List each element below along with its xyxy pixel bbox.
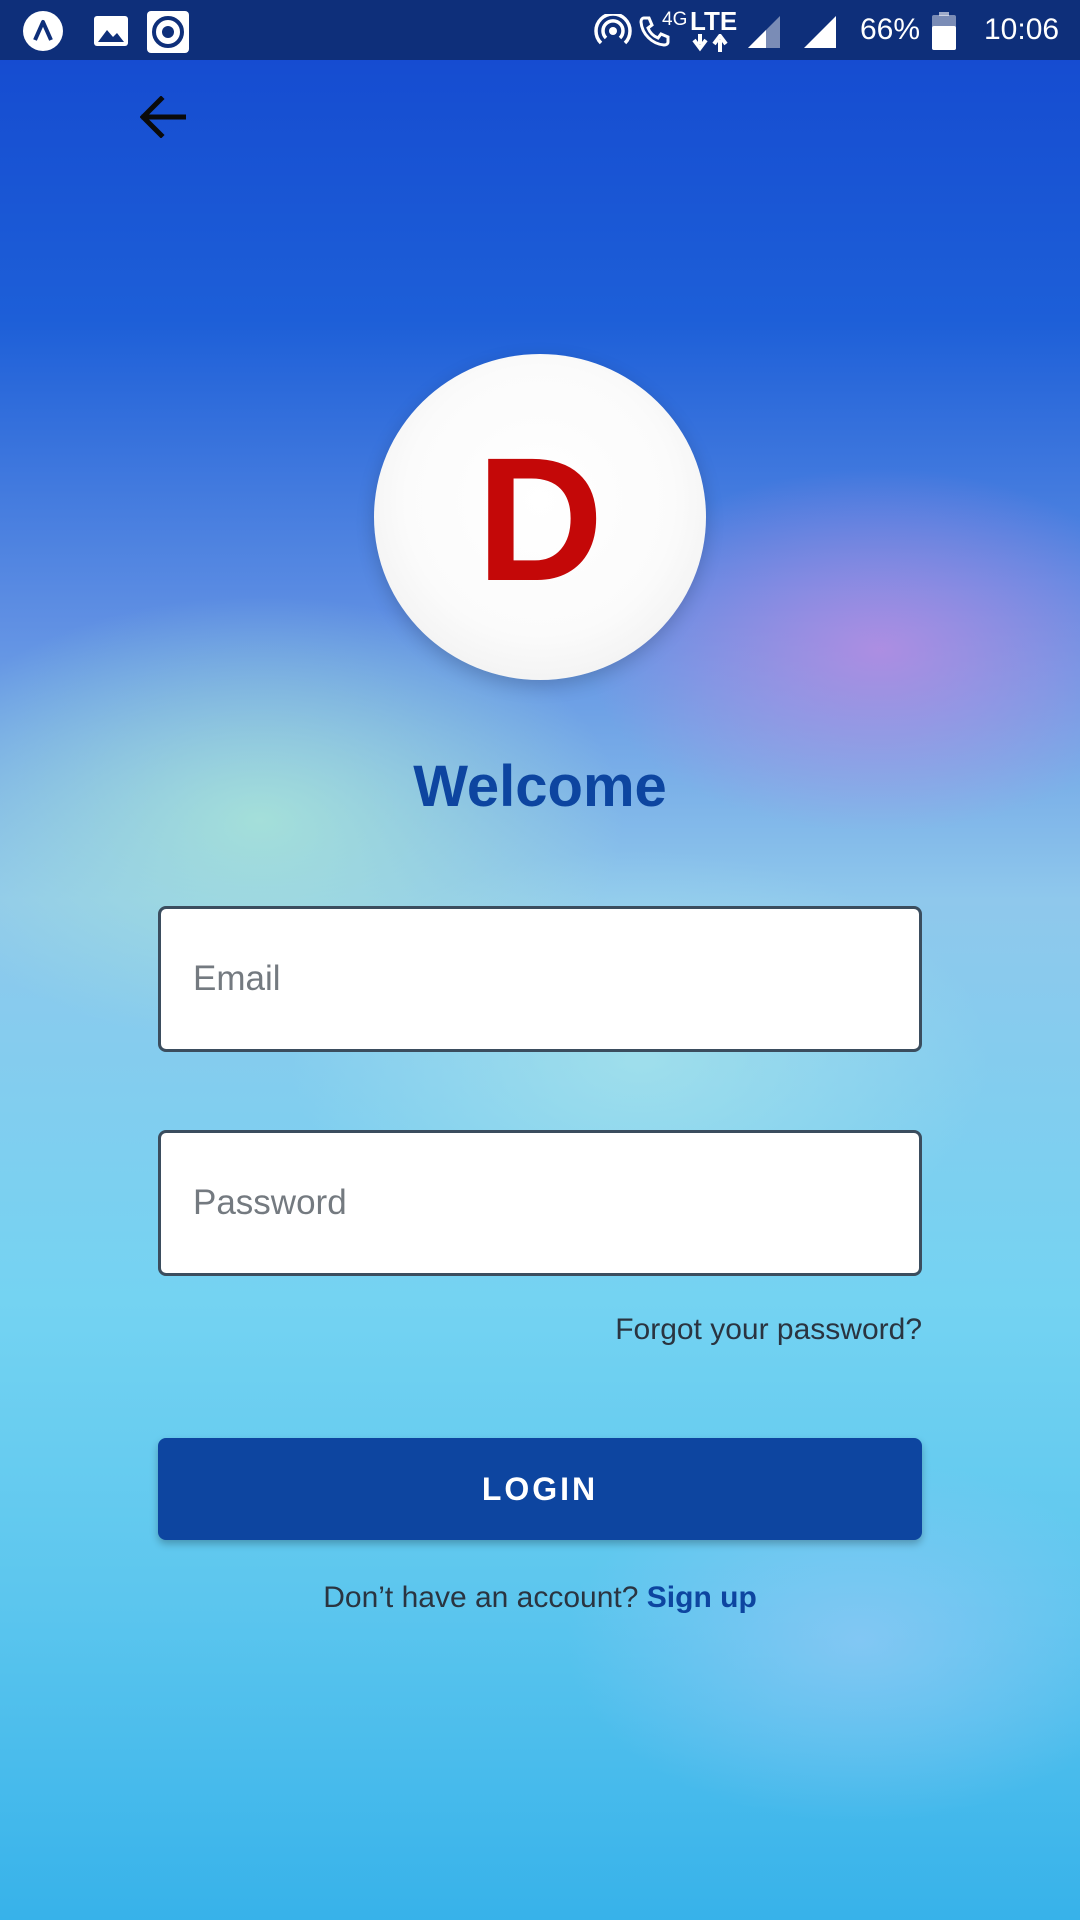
app-logo: D: [374, 354, 706, 680]
battery-percent: 66%: [860, 13, 921, 46]
screen-record-notification-icon: [146, 10, 189, 53]
signup-prompt: Don’t have an account?: [323, 1581, 639, 1614]
signal-icon: [802, 14, 838, 55]
image-notification-icon: [90, 10, 132, 52]
signup-row: Don’t have an account? Sign up: [0, 1578, 1080, 1618]
welcome-title: Welcome: [413, 754, 667, 819]
back-button[interactable]: [132, 92, 196, 144]
logo-letter: D: [476, 422, 604, 618]
network-type-label: 4G: [662, 9, 688, 30]
email-field[interactable]: [161, 909, 919, 1049]
signal-icon: [746, 14, 782, 55]
login-screen: 4G LTE 66% 10:06 D Welcome Email Forgot …: [0, 0, 1080, 1920]
battery-icon: [932, 12, 956, 55]
signup-link[interactable]: Sign up: [647, 1581, 757, 1614]
hotspot-icon: [594, 12, 632, 53]
password-field[interactable]: [161, 1133, 919, 1273]
data-type-label: LTE: [690, 6, 738, 36]
login-button[interactable]: LOGIN: [158, 1438, 922, 1540]
data-activity-icon: [690, 32, 732, 57]
password-field-container: [158, 1130, 922, 1276]
app-notification-icon: [22, 10, 64, 52]
forgot-password-link[interactable]: Forgot your password?: [615, 1310, 922, 1350]
email-field-container: [158, 906, 922, 1052]
status-bar: 4G LTE 66% 10:06: [0, 0, 1080, 60]
clock: 10:06: [984, 13, 1060, 46]
